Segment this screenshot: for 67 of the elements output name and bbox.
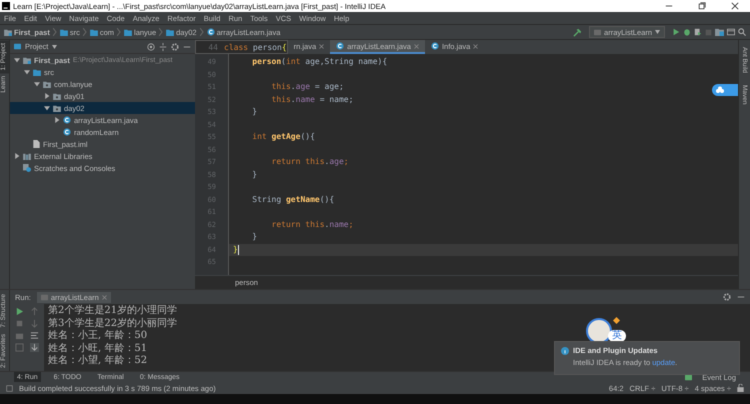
coverage-icon[interactable] [694, 28, 702, 36]
caret-icon [52, 44, 58, 48]
info-icon [561, 346, 569, 354]
module-folder-icon [4, 28, 12, 36]
sticky-line-popup: 44 class person{ [195, 40, 288, 54]
hammer-icon[interactable] [573, 28, 582, 36]
chevron-icon [159, 28, 164, 36]
class-icon [63, 116, 71, 124]
scroll-end-icon[interactable] [30, 343, 40, 352]
class-icon [206, 28, 215, 36]
chevron-icon [82, 28, 87, 36]
close-icon[interactable] [319, 44, 324, 48]
project-icon [14, 43, 21, 50]
cloud-widget-icon[interactable] [712, 84, 738, 96]
panel-toggle-icon[interactable] [6, 384, 13, 392]
event-log-icon [685, 374, 692, 380]
chevron-icon [117, 28, 122, 36]
search-icon[interactable] [738, 28, 746, 36]
console-output-line: 姓名：小王, 年龄：50 [48, 330, 148, 342]
scratch-icon [23, 164, 31, 172]
close-icon[interactable] [414, 44, 419, 48]
expanded-arrow-icon[interactable] [44, 105, 50, 111]
settings-icon[interactable] [171, 42, 179, 50]
console-output-line: 第3个学生是22岁的小丽同学 [48, 318, 178, 330]
wrap-icon[interactable] [30, 331, 40, 340]
package-folder-icon [53, 92, 61, 100]
class-icon [430, 42, 439, 50]
rerun-icon[interactable] [14, 307, 24, 316]
config-icon [594, 28, 602, 36]
class-icon [336, 42, 344, 50]
expanded-arrow-icon[interactable] [14, 57, 20, 63]
chevron-icon [200, 28, 204, 36]
close-icon [731, 2, 739, 10]
settings-icon[interactable] [723, 293, 731, 301]
folder-icon [90, 28, 98, 36]
folder-icon [166, 28, 174, 36]
collapsed-arrow-icon[interactable] [44, 93, 50, 99]
close-icon[interactable] [102, 294, 107, 300]
close-icon[interactable] [473, 44, 478, 48]
console-output-line: 姓名：小旺, 年龄：51 [48, 342, 148, 354]
diamond-icon [613, 317, 620, 324]
expanded-arrow-icon[interactable] [24, 69, 30, 75]
file-icon [33, 140, 40, 148]
target-icon[interactable] [147, 42, 155, 50]
folder-icon [60, 28, 68, 36]
folder-icon [124, 28, 132, 36]
collapse-icon[interactable] [159, 42, 167, 50]
window-icon[interactable] [727, 28, 735, 36]
folder-icon [33, 68, 41, 76]
bug-icon[interactable] [683, 28, 691, 36]
collapsed-arrow-icon[interactable] [54, 117, 60, 123]
console-icon [40, 294, 48, 300]
class-icon [63, 128, 71, 136]
collapsed-arrow-icon[interactable] [14, 153, 20, 159]
project-structure-icon[interactable] [715, 28, 724, 36]
expanded-arrow-icon[interactable] [34, 81, 40, 87]
restore-icon [698, 2, 706, 10]
run-icon[interactable] [672, 28, 680, 36]
console-output-line: 姓名：小望, 年龄：52 [48, 355, 148, 368]
library-icon [23, 152, 31, 160]
caret-icon [655, 30, 660, 34]
package-folder-icon [43, 80, 51, 88]
chevron-icon [52, 28, 57, 36]
package-folder-icon [53, 104, 61, 112]
module-folder-icon [23, 56, 31, 64]
console-output-line: 第2个学生是21岁的小理同学 [48, 305, 178, 318]
lock-icon[interactable] [737, 384, 744, 392]
